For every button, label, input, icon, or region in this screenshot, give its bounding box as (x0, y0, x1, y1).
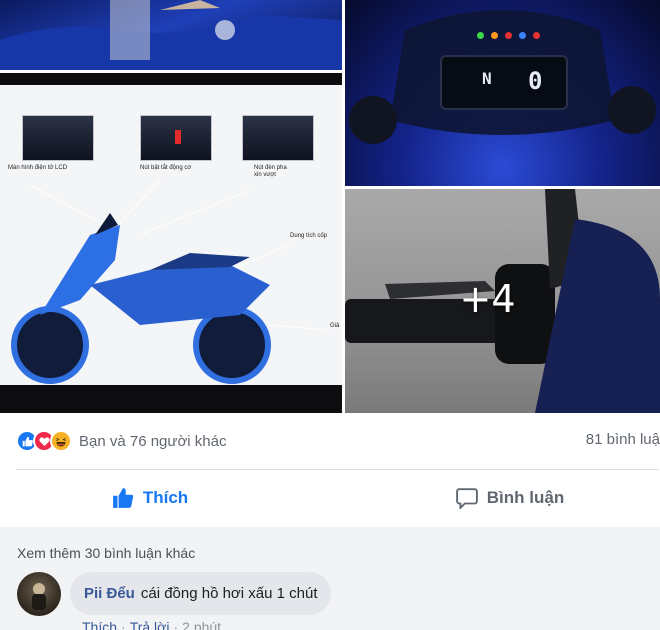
speed-readout: 0 (528, 67, 543, 95)
haha-icon (50, 430, 72, 452)
comment-meta: Thích · Trả lời · 2 phút (82, 619, 221, 630)
indicator-led-green (477, 32, 484, 39)
photo-grid: Màn hình điện tử LCD Nút bật tắt động cơ… (0, 0, 660, 413)
avatar[interactable] (17, 572, 61, 616)
bike-body-image (0, 0, 342, 70)
photo-bike-top[interactable] (0, 0, 342, 70)
indicator-led-red (505, 32, 512, 39)
view-more-comments-link[interactable]: Xem thêm 30 bình luận khác (17, 545, 195, 561)
reaction-icons (16, 430, 72, 452)
indicator-led-red-2 (533, 32, 540, 39)
like-button-label: Thích (142, 488, 189, 507)
comment-author[interactable]: Pii Đểu (84, 585, 135, 602)
more-photos-overlay[interactable]: +4 (345, 189, 660, 413)
comment-button[interactable]: Bình luận (340, 470, 660, 526)
photo-dashboard[interactable]: N 0 (345, 0, 660, 186)
reactions-summary[interactable]: Bạn và 76 người khác 81 bình luậ (0, 413, 660, 469)
lcd-screen: N 0 (440, 55, 568, 110)
meta-separator: · (121, 619, 126, 630)
more-photos-count: +4 (459, 276, 516, 321)
comment-bubble: Pii Đểu cái đồng hồ hơi xấu 1 chút (70, 572, 332, 615)
comment-button-label: Bình luận (486, 488, 565, 507)
comment-timestamp[interactable]: 2 phút (182, 619, 221, 630)
like-button[interactable]: Thích (0, 470, 340, 526)
comment-like-link[interactable]: Thích (82, 619, 117, 630)
thumbs-up-icon (112, 487, 134, 509)
motorbike-illustration (11, 179, 331, 384)
indicator-led-blue (519, 32, 526, 39)
comment-reply-link[interactable]: Trả lời (130, 619, 170, 630)
comments-section: Xem thêm 30 bình luận khác Pii Đểu cái đ… (0, 527, 660, 630)
slide-panel: Màn hình điện tử LCD Nút bật tắt động cơ… (0, 85, 342, 385)
avatar-figure (32, 583, 46, 610)
comment-text: cái đồng hồ hơi xấu 1 chút (140, 585, 318, 602)
comment-bubble-icon (455, 487, 478, 509)
reactions-summary-text[interactable]: Bạn và 76 người khác (79, 433, 226, 450)
meta-separator: · (173, 619, 179, 630)
photo-handlebar-more[interactable]: +4 (345, 189, 660, 413)
gear-indicator: N (482, 69, 492, 88)
indicator-led-orange (491, 32, 498, 39)
post-actions: Thích Bình luận (0, 470, 660, 526)
comments-count[interactable]: 81 bình luậ (586, 431, 660, 448)
photo-presentation-slide[interactable]: Màn hình điện tử LCD Nút bật tắt động cơ… (0, 73, 342, 413)
